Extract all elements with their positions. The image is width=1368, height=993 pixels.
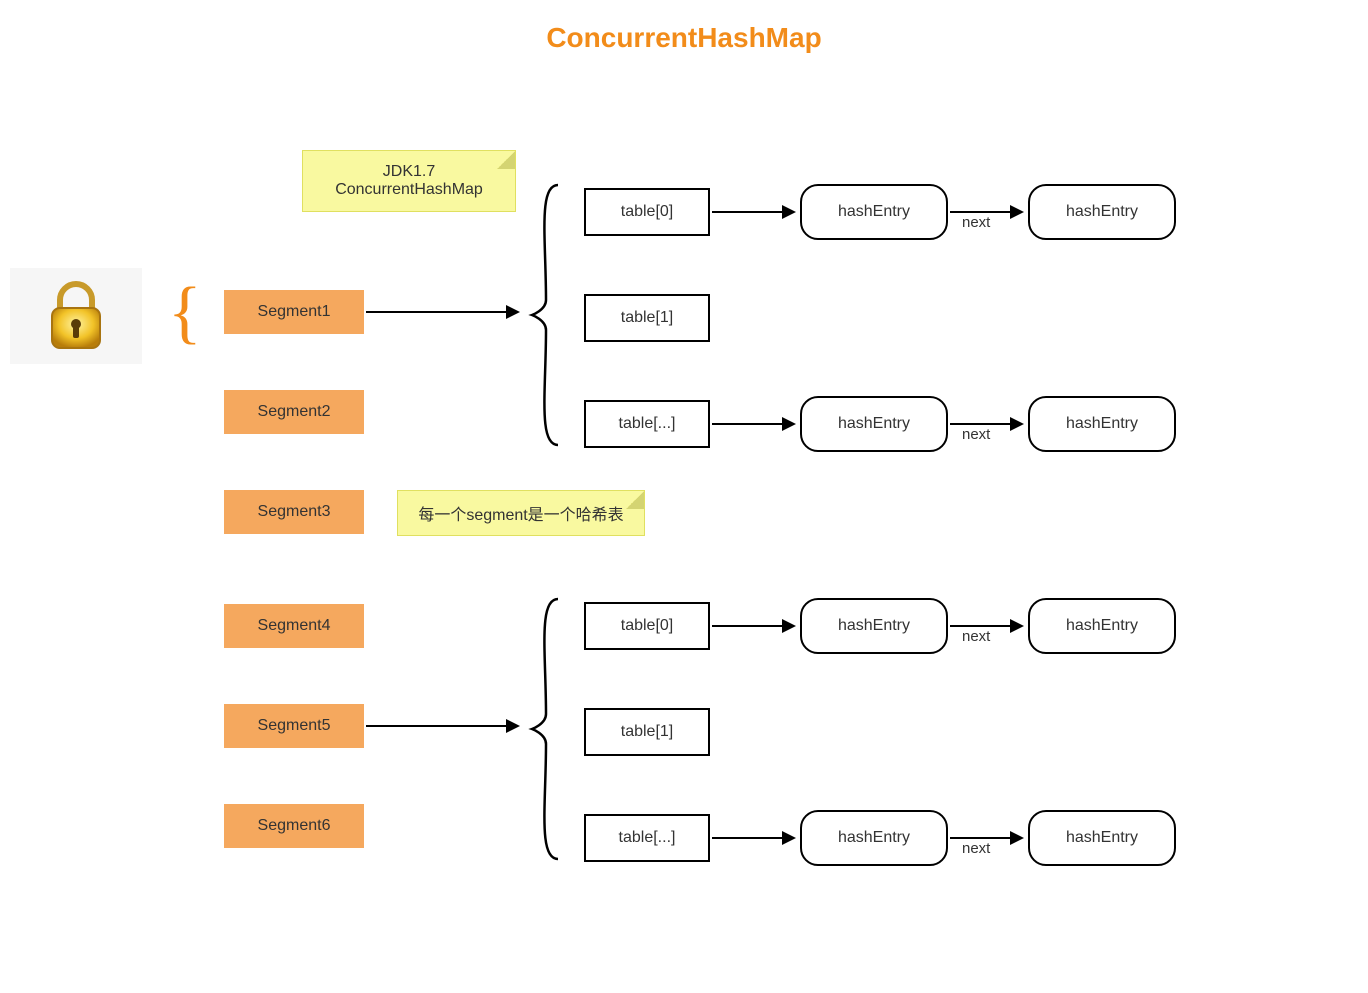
arrow-head-icon bbox=[782, 417, 796, 431]
next-label: next bbox=[962, 214, 990, 231]
arrow-line bbox=[712, 625, 782, 627]
hash-entry: hashEntry bbox=[1028, 396, 1176, 452]
arrow-head-icon bbox=[782, 831, 796, 845]
next-label: next bbox=[962, 840, 990, 857]
hash-entry: hashEntry bbox=[1028, 810, 1176, 866]
arrow-head-icon bbox=[1010, 831, 1024, 845]
arrow-head-icon bbox=[782, 619, 796, 633]
arrow-head-icon bbox=[506, 719, 520, 733]
table-cell-0a: table[0] bbox=[584, 188, 710, 236]
arrow-line bbox=[366, 725, 506, 727]
segment-4: Segment4 bbox=[224, 604, 364, 648]
hash-entry: hashEntry bbox=[800, 396, 948, 452]
brace-group-1 bbox=[528, 180, 564, 450]
hash-entry: hashEntry bbox=[1028, 598, 1176, 654]
note-jdk-line2: ConcurrentHashMap bbox=[319, 181, 499, 199]
next-label: next bbox=[962, 426, 990, 443]
arrow-line bbox=[950, 625, 1010, 627]
lock-container bbox=[10, 268, 142, 364]
arrow-line bbox=[712, 837, 782, 839]
hash-entry: hashEntry bbox=[1028, 184, 1176, 240]
brace-icon: { bbox=[168, 278, 202, 348]
arrow-head-icon bbox=[506, 305, 520, 319]
arrow-line bbox=[366, 311, 506, 313]
hash-entry: hashEntry bbox=[800, 598, 948, 654]
arrow-line bbox=[950, 211, 1010, 213]
arrow-line bbox=[712, 211, 782, 213]
table-cell-na: table[...] bbox=[584, 400, 710, 448]
brace-group-2 bbox=[528, 594, 564, 864]
note-jdk-line1: JDK1.7 bbox=[319, 163, 499, 181]
segment-1: Segment1 bbox=[224, 290, 364, 334]
arrow-head-icon bbox=[1010, 417, 1024, 431]
table-cell-1a: table[1] bbox=[584, 294, 710, 342]
diagram-title: ConcurrentHashMap bbox=[0, 22, 1368, 54]
arrow-head-icon bbox=[1010, 205, 1024, 219]
table-cell-0b: table[0] bbox=[584, 602, 710, 650]
arrow-head-icon bbox=[782, 205, 796, 219]
note-jdk: JDK1.7 ConcurrentHashMap bbox=[302, 150, 516, 212]
note-segment-desc: 每一个segment是一个哈希表 bbox=[397, 490, 645, 536]
next-label: next bbox=[962, 628, 990, 645]
arrow-line bbox=[712, 423, 782, 425]
arrow-line bbox=[950, 837, 1010, 839]
segment-5: Segment5 bbox=[224, 704, 364, 748]
table-cell-1b: table[1] bbox=[584, 708, 710, 756]
arrow-head-icon bbox=[1010, 619, 1024, 633]
hash-entry: hashEntry bbox=[800, 184, 948, 240]
table-cell-nb: table[...] bbox=[584, 814, 710, 862]
arrow-line bbox=[950, 423, 1010, 425]
lock-icon bbox=[44, 280, 108, 352]
segment-3: Segment3 bbox=[224, 490, 364, 534]
segment-6: Segment6 bbox=[224, 804, 364, 848]
hash-entry: hashEntry bbox=[800, 810, 948, 866]
segment-2: Segment2 bbox=[224, 390, 364, 434]
